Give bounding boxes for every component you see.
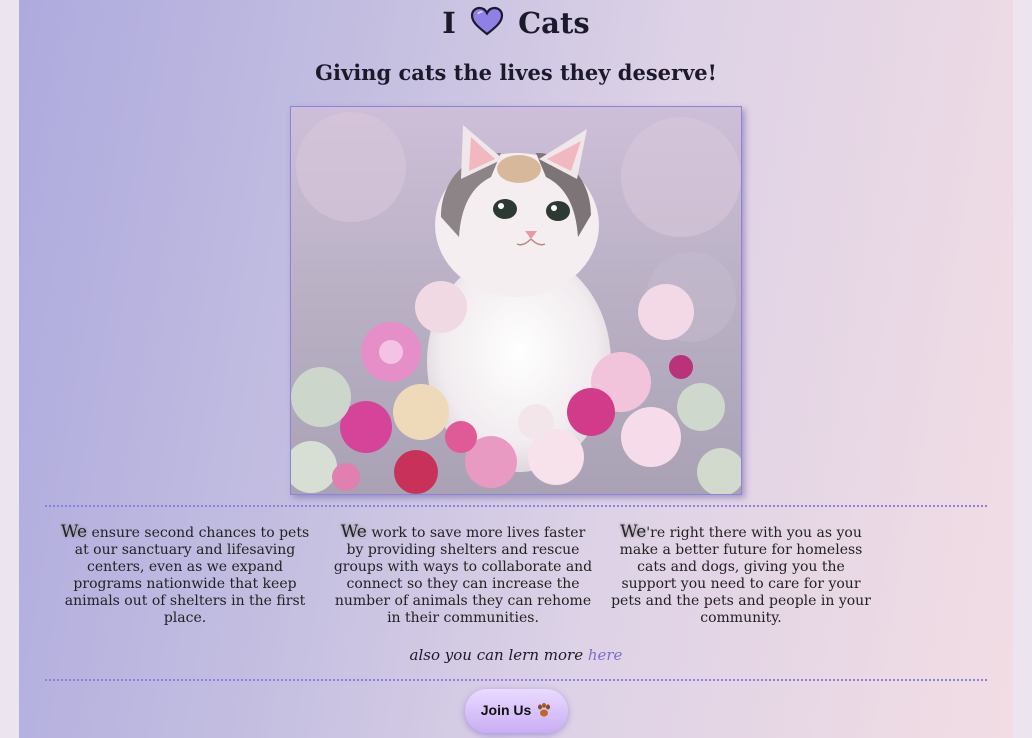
info-column-1: We ensure second chances to pets at our … [54, 524, 316, 627]
title-post: Cats [518, 6, 590, 40]
info-column-2: We work to save more lives faster by pro… [332, 524, 594, 627]
column-lead: We [60, 522, 88, 542]
kitten-photo [290, 106, 742, 495]
divider-bottom [45, 679, 987, 681]
join-us-button[interactable]: Join Us [465, 689, 568, 733]
info-column-3: We're right there with you as you make a… [610, 524, 872, 627]
column-text: work to save more lives faster by provid… [333, 525, 593, 626]
learn-more-line: also you can lern more here [19, 646, 1013, 664]
learn-more-link[interactable]: here [588, 646, 623, 664]
learn-more-text: also you can lern more [409, 646, 588, 664]
column-lead: We [620, 522, 647, 542]
column-text: ensure second chances to pets at our san… [64, 525, 310, 626]
column-lead: We [340, 522, 367, 542]
join-us-label: Join Us [480, 701, 532, 718]
divider-top [45, 505, 987, 507]
heart-icon [470, 6, 504, 45]
page: I Cats Giving cats the lives they deserv… [19, 0, 1013, 738]
column-text: 're right there with you as you make a b… [611, 525, 871, 626]
page-title: I Cats [19, 4, 1013, 45]
title-pre: I [442, 6, 456, 40]
paw-icon [536, 702, 552, 721]
subtitle: Giving cats the lives they deserve! [315, 60, 717, 85]
